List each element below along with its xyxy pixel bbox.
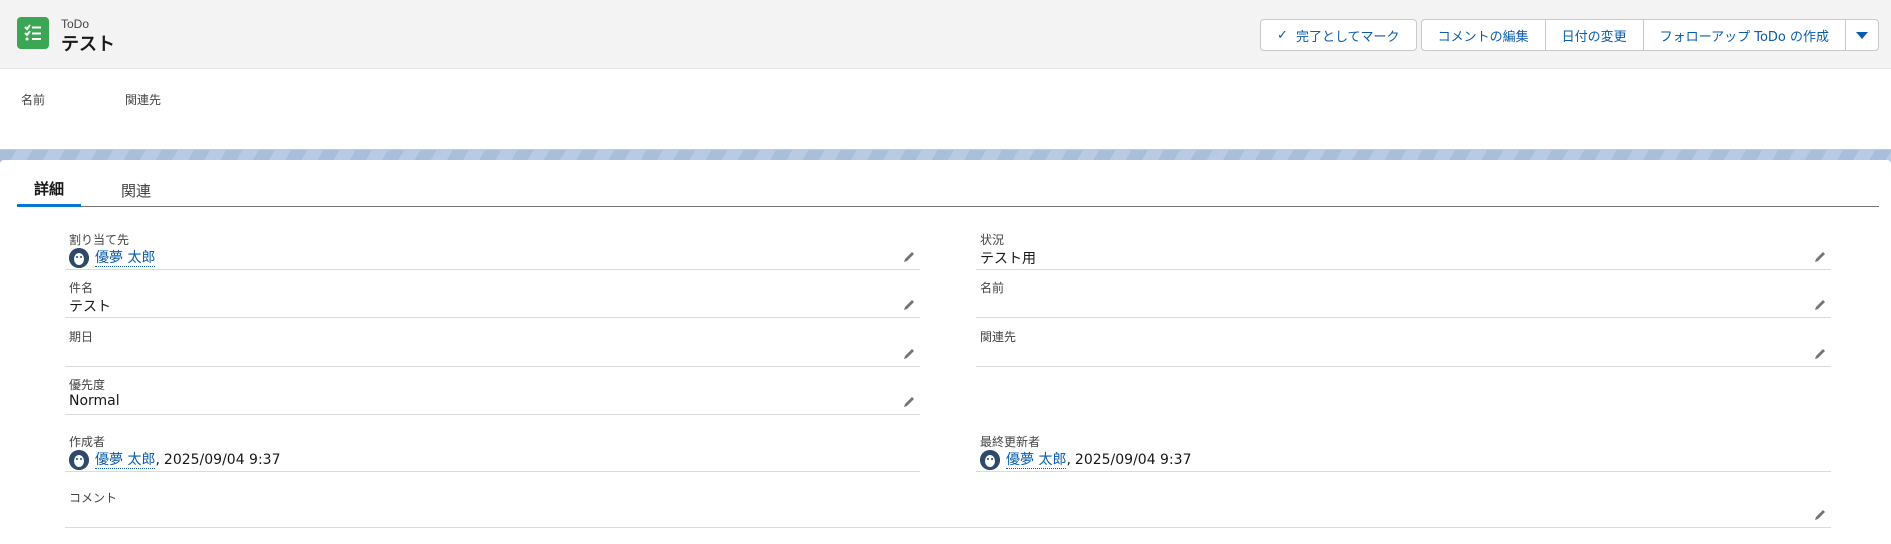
highlight-name-label: 名前 [21, 93, 46, 107]
field-last-modified-by: 最終更新者 優夢 太郎 , 2025/09/04 9:37 [976, 428, 1831, 472]
tab-related[interactable]: 関連 [111, 173, 161, 207]
check-icon: ✓ [1277, 27, 1288, 43]
field-assigned-to: 割り当て先 優夢 太郎 [65, 226, 920, 270]
field-label: 期日 [69, 330, 94, 344]
pencil-icon[interactable] [902, 347, 916, 361]
pencil-icon[interactable] [1813, 298, 1827, 312]
field-label: 名前 [980, 281, 1005, 295]
separator: , [1066, 452, 1071, 468]
field-value: 優夢 太郎 [69, 248, 156, 268]
field-value: 優夢 太郎 , 2025/09/04 9:37 [980, 450, 1192, 470]
pencil-icon[interactable] [1813, 508, 1827, 522]
user-avatar-icon [69, 450, 89, 470]
mark-complete-label: 完了としてマーク [1295, 29, 1400, 45]
field-label: コメント [69, 491, 118, 505]
field-comment: コメント [65, 484, 1831, 528]
tab-bar: 詳細 関連 [17, 173, 1879, 207]
created-datetime: 2025/09/04 9:37 [163, 452, 281, 468]
field-related-to: 関連先 [976, 323, 1831, 367]
header-top-bar: ToDo テスト ✓ 完了としてマーク コメントの編集 日付の変更 フォローアッ… [0, 0, 1891, 69]
create-followup-label: フォローアップ ToDo の作成 [1659, 29, 1829, 45]
pencil-icon[interactable] [902, 298, 916, 312]
record-title: テスト [61, 34, 115, 54]
field-status: 状況 テスト用 [976, 226, 1831, 270]
more-actions-button[interactable] [1845, 19, 1879, 51]
record-header: ToDo テスト ✓ 完了としてマーク コメントの編集 日付の変更 フォローアッ… [0, 0, 1891, 150]
highlight-related-label: 関連先 [125, 93, 162, 107]
user-avatar-icon [69, 248, 89, 268]
field-label: 割り当て先 [69, 233, 130, 247]
field-value: Normal [69, 393, 120, 409]
change-date-label: 日付の変更 [1561, 29, 1627, 45]
pencil-icon[interactable] [1813, 347, 1827, 361]
create-followup-button[interactable]: フォローアップ ToDo の作成 [1642, 19, 1846, 51]
edit-comment-label: コメントの編集 [1437, 29, 1529, 45]
field-priority: 優先度 Normal [65, 371, 920, 415]
pencil-icon[interactable] [1813, 250, 1827, 264]
created-by-user-link[interactable]: 優夢 太郎 [95, 452, 156, 469]
chevron-down-icon [1856, 31, 1868, 39]
field-value: 優夢 太郎 , 2025/09/04 9:37 [69, 450, 281, 470]
mark-complete-button[interactable]: ✓ 完了としてマーク [1260, 19, 1417, 51]
field-label: 関連先 [980, 330, 1017, 344]
object-type-label: ToDo [61, 17, 90, 31]
field-created-by: 作成者 優夢 太郎 , 2025/09/04 9:37 [65, 428, 920, 472]
field-label: 作成者 [69, 435, 106, 449]
field-value: テスト [69, 299, 111, 315]
action-buttons: ✓ 完了としてマーク コメントの編集 日付の変更 フォローアップ ToDo の作… [1260, 19, 1879, 51]
tab-details[interactable]: 詳細 [17, 173, 81, 207]
field-value: テスト用 [980, 251, 1036, 267]
field-subject: 件名 テスト [65, 274, 920, 318]
user-avatar-icon [980, 450, 1000, 470]
field-due-date: 期日 [65, 323, 920, 367]
assigned-user-link[interactable]: 優夢 太郎 [95, 250, 156, 267]
edit-comment-button[interactable]: コメントの編集 [1420, 19, 1546, 51]
task-checklist-icon [17, 17, 49, 49]
change-date-button[interactable]: 日付の変更 [1544, 19, 1644, 51]
modified-datetime: 2025/09/04 9:37 [1074, 452, 1192, 468]
field-label: 優先度 [69, 378, 106, 392]
pencil-icon[interactable] [902, 250, 916, 264]
detail-card: 詳細 関連 割り当て先 優夢 太郎 状況 テスト用 件名 テスト 名前 期日 関… [0, 160, 1891, 544]
separator: , [155, 452, 160, 468]
field-label: 最終更新者 [980, 435, 1041, 449]
modified-by-user-link[interactable]: 優夢 太郎 [1006, 452, 1067, 469]
field-label: 状況 [980, 233, 1005, 247]
field-name: 名前 [976, 274, 1831, 318]
field-label: 件名 [69, 281, 94, 295]
pencil-icon[interactable] [902, 395, 916, 409]
